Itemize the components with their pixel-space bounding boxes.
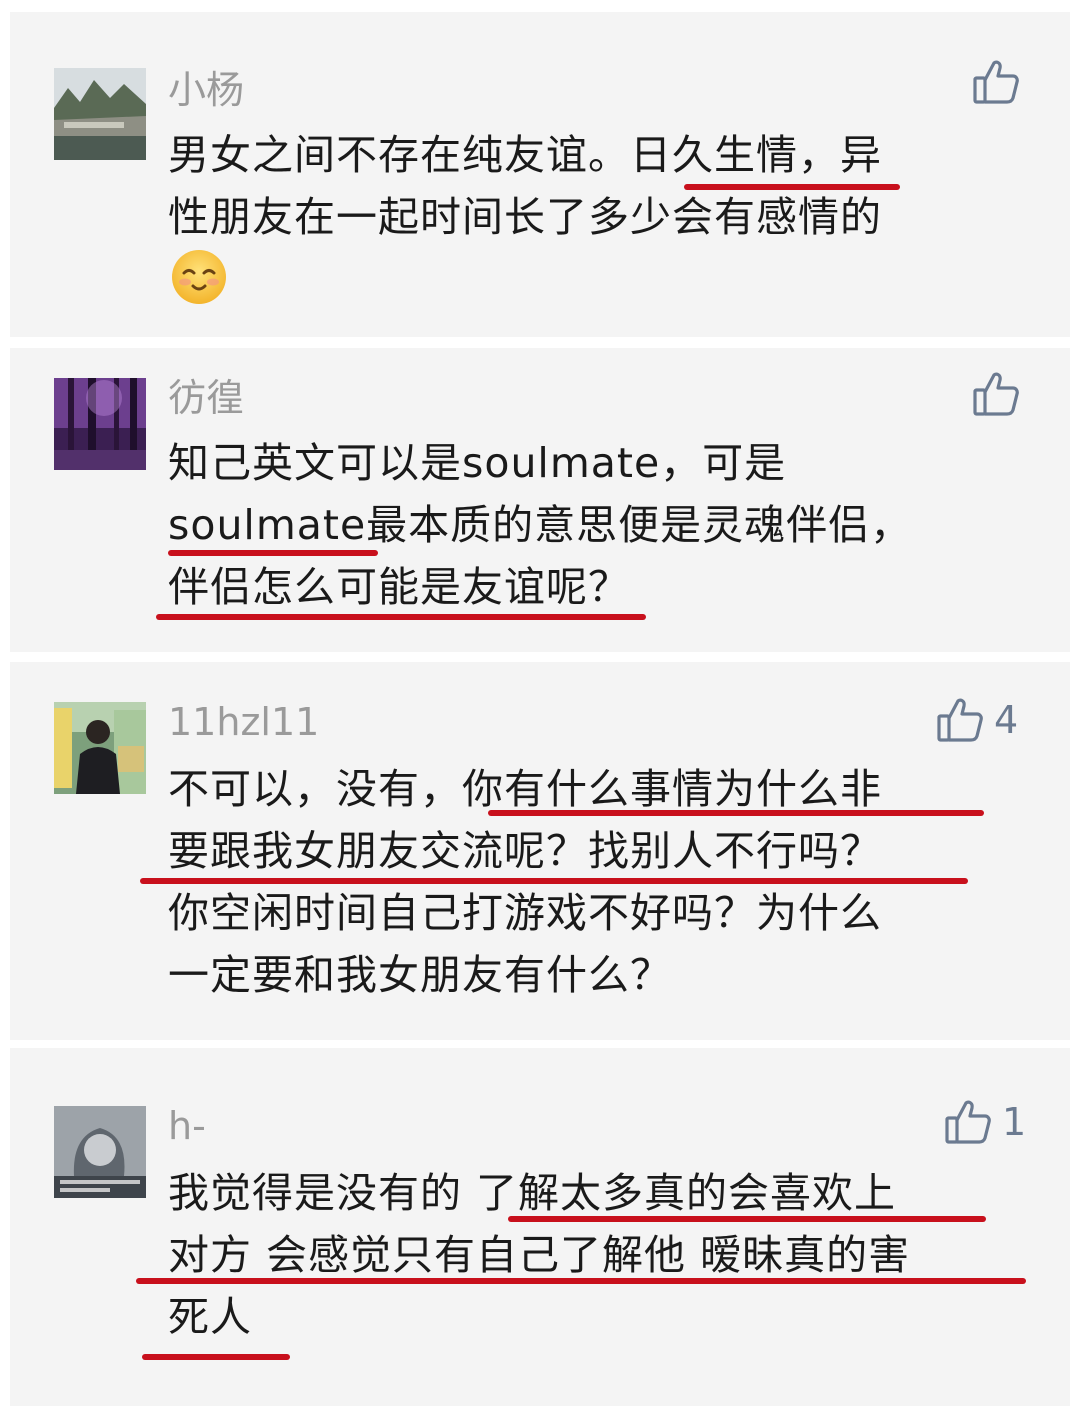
like-count: 4: [994, 698, 1019, 742]
avatar[interactable]: [54, 1106, 146, 1198]
avatar[interactable]: [54, 68, 146, 160]
comment-text-line: 对方 会感觉只有自己了解他 暧昧真的害: [168, 1231, 911, 1279]
highlight-underline: [684, 184, 900, 190]
thumbs-up-icon: [972, 58, 1020, 106]
highlight-underline: [168, 550, 378, 556]
comment-text-line: 你空闲时间自己打游戏不好吗？为什么: [168, 889, 882, 937]
highlight-underline: [142, 1354, 290, 1360]
username[interactable]: h-: [168, 1104, 206, 1148]
avatar[interactable]: [54, 702, 146, 794]
comment-text-line: 不可以，没有，你有什么事情为什么非: [168, 765, 882, 813]
like-button[interactable]: [972, 58, 1020, 106]
like-button[interactable]: [972, 370, 1020, 418]
highlight-underline: [136, 1278, 1026, 1284]
smiling-face-emoji: [172, 250, 226, 304]
highlight-underline: [156, 614, 646, 620]
comment-text-line: 我觉得是没有的 了解太多真的会喜欢上: [168, 1169, 897, 1217]
comment-text-line: 知己英文可以是soulmate，可是: [168, 439, 787, 487]
comment-text-line: 伴侣怎么可能是友谊呢？: [168, 563, 630, 611]
comment-card: 小杨 男女之间不存在纯友谊。日久生情，异 性朋友在一起时间长了多少会有感情的: [10, 12, 1070, 337]
username[interactable]: 小杨: [168, 68, 244, 112]
username[interactable]: 彷徨: [168, 376, 244, 420]
comment-text-line: 男女之间不存在纯友谊。日久生情，异: [168, 131, 882, 179]
like-button[interactable]: 1: [944, 1098, 1026, 1146]
thumbs-up-icon: [936, 696, 984, 744]
comment-text-line: 一定要和我女朋友有什么？: [168, 951, 672, 999]
comment-card: h- 1 我觉得是没有的 了解太多真的会喜欢上 对方 会感觉只有自己了解他 暧昧…: [10, 1048, 1070, 1406]
avatar[interactable]: [54, 378, 146, 470]
comment-card: 彷徨 知己英文可以是soulmate，可是 soulmate最本质的意思便是灵魂…: [10, 348, 1070, 652]
highlight-underline: [488, 810, 984, 816]
thumbs-up-icon: [944, 1098, 992, 1146]
comment-text-line: 性朋友在一起时间长了多少会有感情的: [168, 193, 882, 241]
like-count: 1: [1002, 1100, 1027, 1144]
like-button[interactable]: 4: [936, 696, 1018, 744]
comment-card: 11hzl11 4 不可以，没有，你有什么事情为什么非 要跟我女朋友交流呢？找别…: [10, 662, 1070, 1040]
comment-text-line: 要跟我女朋友交流呢？找别人不行吗？: [168, 827, 882, 875]
highlight-underline: [508, 1216, 986, 1222]
thumbs-up-icon: [972, 370, 1020, 418]
highlight-underline: [140, 878, 968, 884]
username[interactable]: 11hzl11: [168, 700, 319, 744]
comment-text-line: 死人: [168, 1293, 252, 1341]
comment-text-line: soulmate最本质的意思便是灵魂伴侣，: [168, 501, 913, 549]
